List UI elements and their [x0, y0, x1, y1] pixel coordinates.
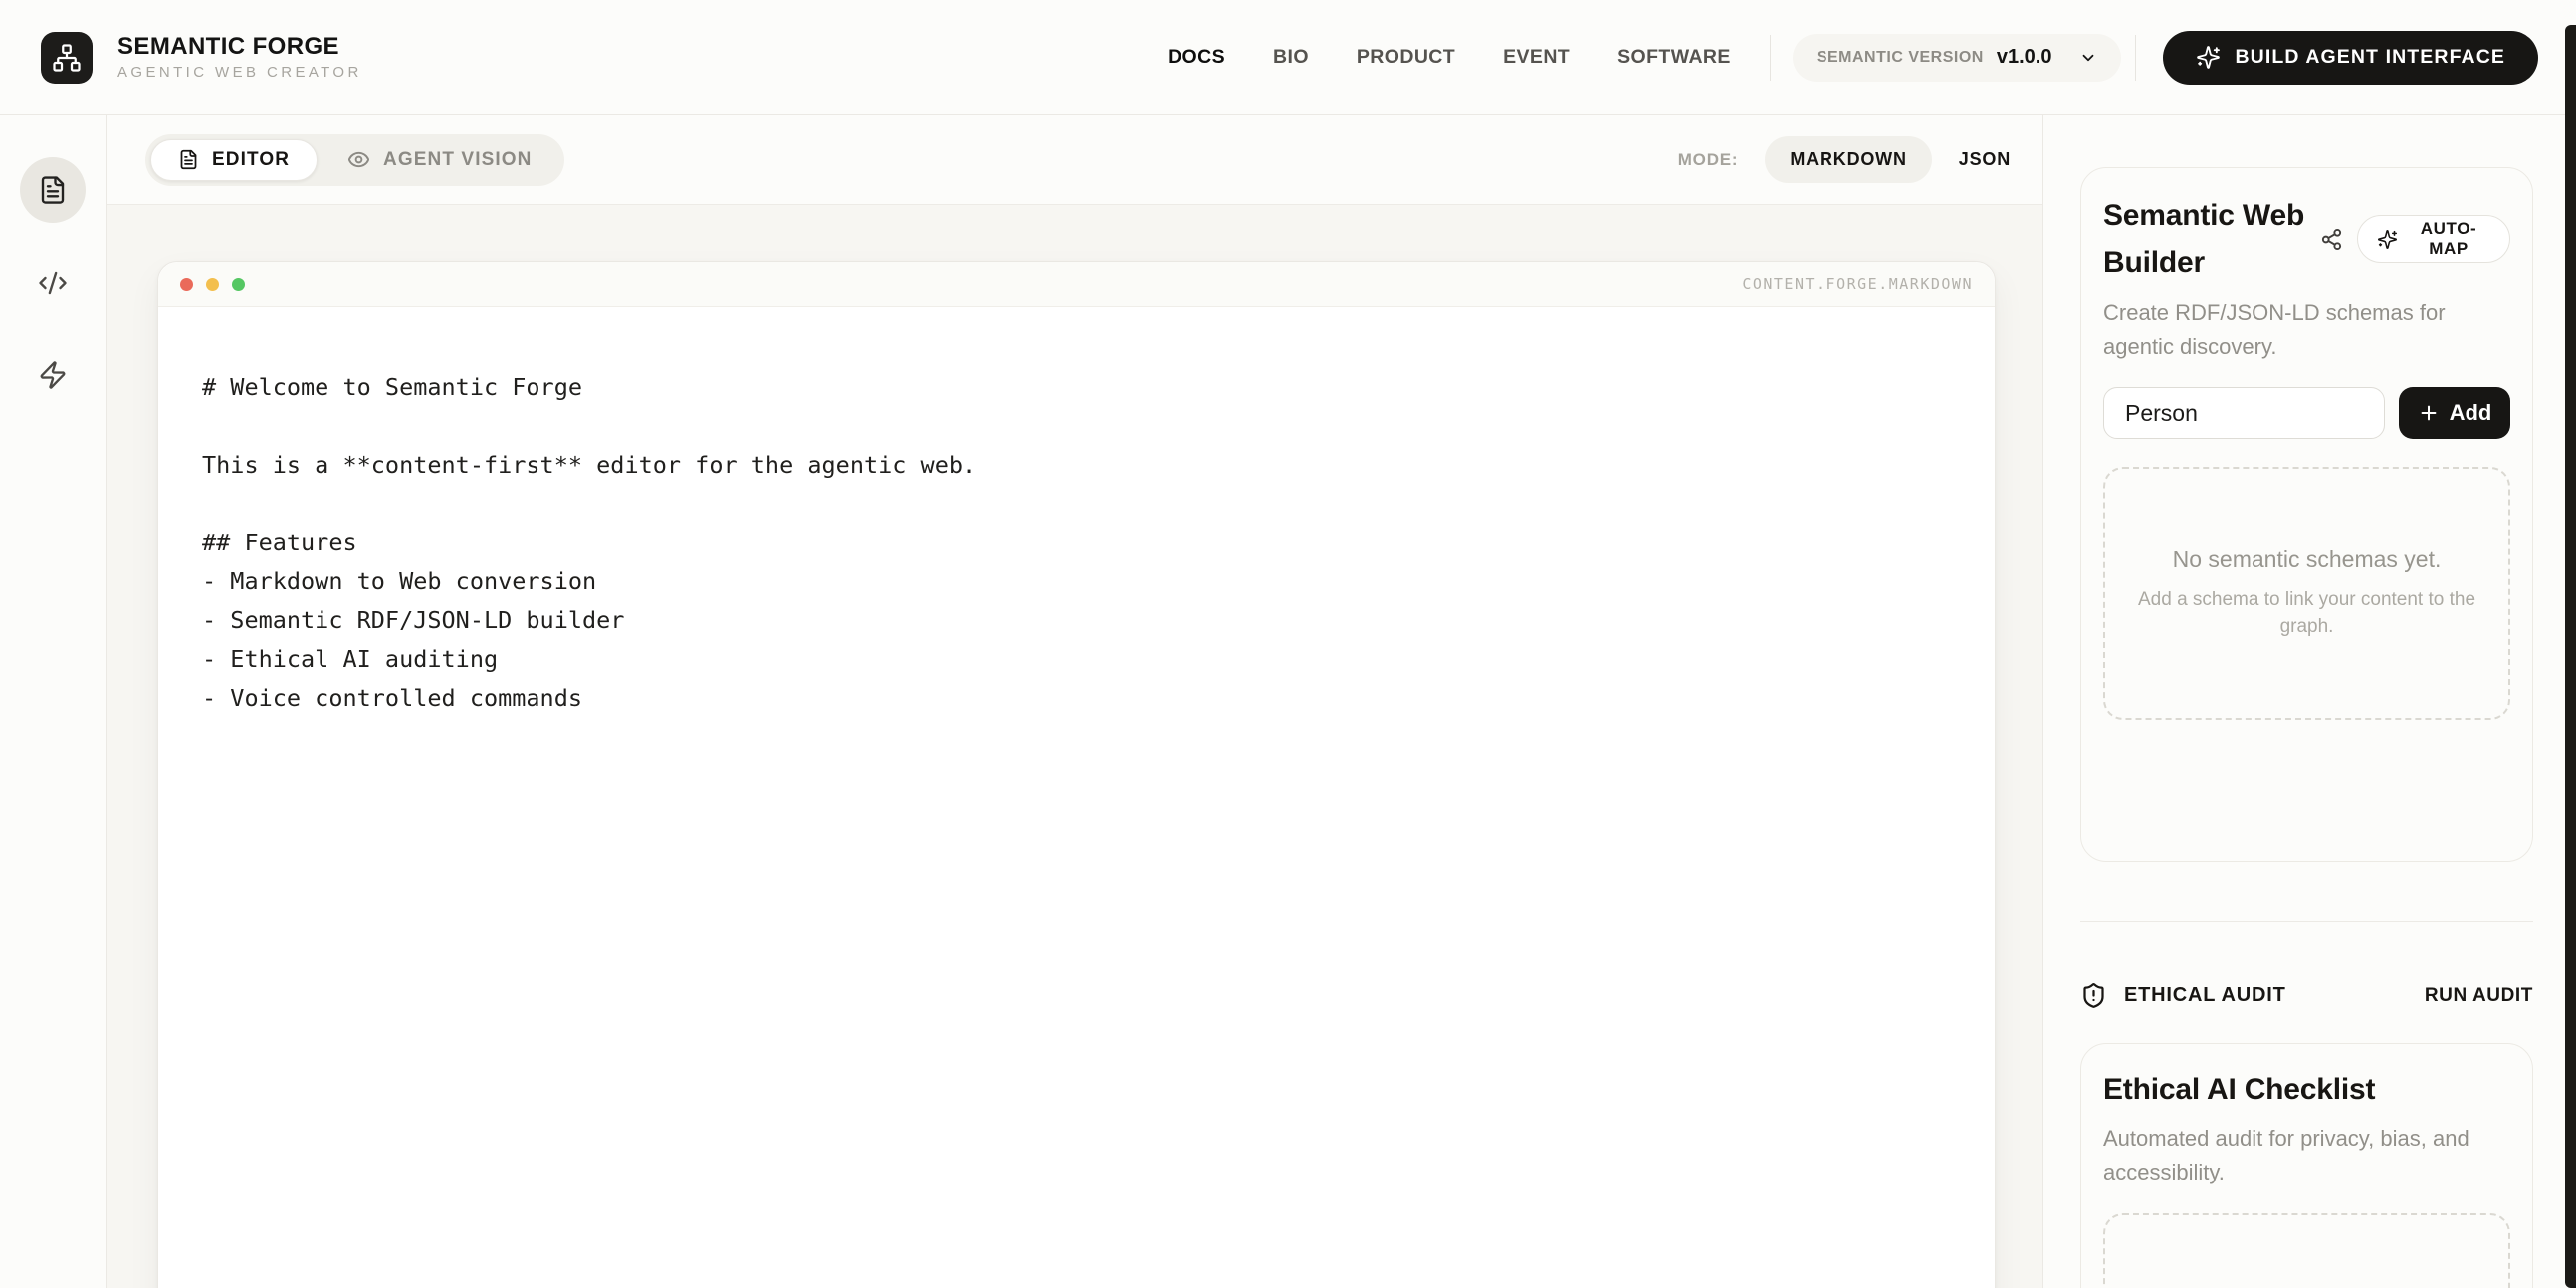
icon-rail [0, 115, 107, 1288]
editor-window-titlebar: CONTENT.FORGE.MARKDOWN [158, 262, 1995, 307]
schema-type-input[interactable] [2103, 387, 2385, 439]
ethical-audit-header: ETHICAL AUDIT RUN AUDIT [2080, 982, 2533, 1009]
traffic-light-red [180, 278, 193, 291]
builder-actions: AUTO-MAP [2320, 215, 2510, 263]
add-schema-button[interactable]: Add [2399, 387, 2510, 439]
builder-subtitle: Create RDF/JSON-LD schemas for agentic d… [2103, 295, 2471, 364]
add-button-label: Add [2450, 400, 2492, 426]
app-subtitle: AGENTIC WEB CREATOR [117, 65, 362, 80]
header-divider [1770, 35, 1771, 81]
file-text-icon [178, 149, 199, 170]
mode-option-json[interactable]: JSON [1959, 149, 2011, 170]
main-area: EDITOR AGENT VISION MODE: MARKDOWN JSON [107, 115, 2042, 1288]
tab-agent-vision-label: AGENT VISION [383, 149, 532, 171]
ethical-audit-label-group: ETHICAL AUDIT [2080, 982, 2286, 1009]
checklist-title: Ethical AI Checklist [2103, 1070, 2510, 1110]
build-button-label: BUILD AGENT INTERFACE [2235, 46, 2505, 69]
tab-agent-vision[interactable]: AGENT VISION [320, 139, 559, 181]
ethical-checklist-card: Ethical AI Checklist Automated audit for… [2080, 1043, 2533, 1288]
build-agent-interface-button[interactable]: BUILD AGENT INTERFACE [2163, 31, 2538, 85]
top-bar: SEMANTIC FORGE AGENTIC WEB CREATOR DOCS … [0, 0, 2576, 115]
auto-map-label: AUTO-MAP [2407, 219, 2490, 259]
semantic-version-select[interactable]: SEMANTIC VERSION v1.0.0 [1793, 34, 2122, 82]
app-root: SEMANTIC FORGE AGENTIC WEB CREATOR DOCS … [0, 0, 2576, 1288]
app-title: SEMANTIC FORGE [117, 35, 362, 59]
chevron-down-icon [2079, 49, 2097, 67]
auto-map-button[interactable]: AUTO-MAP [2357, 215, 2510, 263]
nav-item-docs[interactable]: DOCS [1168, 46, 1225, 69]
panel-divider [2080, 921, 2533, 922]
editor-window-title: CONTENT.FORGE.MARKDOWN [1742, 275, 1973, 293]
plus-icon [2418, 402, 2440, 424]
page-scrollbar-thumb[interactable] [2565, 25, 2576, 1288]
brand-text: SEMANTIC FORGE AGENTIC WEB CREATOR [117, 35, 362, 80]
share-icon [2320, 228, 2343, 251]
app-logo [41, 32, 93, 84]
tab-editor[interactable]: EDITOR [150, 139, 318, 181]
zap-icon [38, 360, 68, 390]
sparkles-icon [2196, 45, 2221, 70]
sparkles-icon [2377, 229, 2398, 250]
nav-item-event[interactable]: EVENT [1503, 46, 1570, 69]
shield-alert-icon [2080, 982, 2107, 1009]
mode-option-markdown[interactable]: MARKDOWN [1765, 136, 1931, 183]
rail-zap-button[interactable] [20, 342, 86, 408]
schema-empty-state: No semantic schemas yet. Add a schema to… [2103, 467, 2510, 720]
eye-icon [347, 148, 370, 171]
code-icon [38, 268, 68, 298]
share-button[interactable] [2320, 228, 2343, 251]
semantic-web-builder-card: Semantic Web Builder [2080, 167, 2533, 862]
mode-label: MODE: [1678, 150, 1739, 170]
network-icon [52, 43, 82, 73]
editor-window: CONTENT.FORGE.MARKDOWN # Welcome to Sema… [157, 261, 1996, 1288]
version-label: SEMANTIC VERSION [1817, 49, 1984, 67]
brand: SEMANTIC FORGE AGENTIC WEB CREATOR [41, 32, 362, 84]
builder-header: Semantic Web Builder [2103, 192, 2510, 286]
tab-editor-label: EDITOR [212, 149, 290, 171]
traffic-light-green [232, 278, 245, 291]
schema-input-row: Add [2103, 387, 2510, 439]
file-text-icon [38, 175, 68, 205]
right-panel: Semantic Web Builder [2042, 115, 2576, 1288]
nav-item-bio[interactable]: BIO [1273, 46, 1309, 69]
empty-state-title: No semantic schemas yet. [2173, 546, 2442, 573]
rail-document-button[interactable] [20, 157, 86, 223]
version-value: v1.0.0 [1997, 46, 2052, 69]
nav-item-software[interactable]: SOFTWARE [1617, 46, 1731, 69]
empty-state-hint: Add a schema to link your content to the… [2125, 586, 2488, 640]
markdown-editor-content[interactable]: # Welcome to Semantic Forge This is a **… [158, 307, 1995, 757]
run-audit-button[interactable]: RUN AUDIT [2425, 985, 2533, 1007]
checklist-empty-box [2103, 1213, 2510, 1288]
header-divider [2135, 35, 2136, 81]
view-tabs: EDITOR AGENT VISION [145, 134, 564, 186]
ethical-audit-label: ETHICAL AUDIT [2124, 984, 2286, 1007]
rail-code-button[interactable] [20, 250, 86, 316]
builder-title: Semantic Web Builder [2103, 192, 2320, 286]
traffic-light-yellow [206, 278, 219, 291]
editor-area: CONTENT.FORGE.MARKDOWN # Welcome to Sema… [107, 205, 2042, 1288]
nav-item-product[interactable]: PRODUCT [1357, 46, 1455, 69]
editor-toolbar: EDITOR AGENT VISION MODE: MARKDOWN JSON [107, 115, 2042, 205]
main-nav: DOCS BIO PRODUCT EVENT SOFTWARE [1168, 46, 1731, 69]
checklist-subtitle: Automated audit for privacy, bias, and a… [2103, 1122, 2491, 1189]
mode-switch: MODE: MARKDOWN JSON [1678, 136, 2011, 183]
